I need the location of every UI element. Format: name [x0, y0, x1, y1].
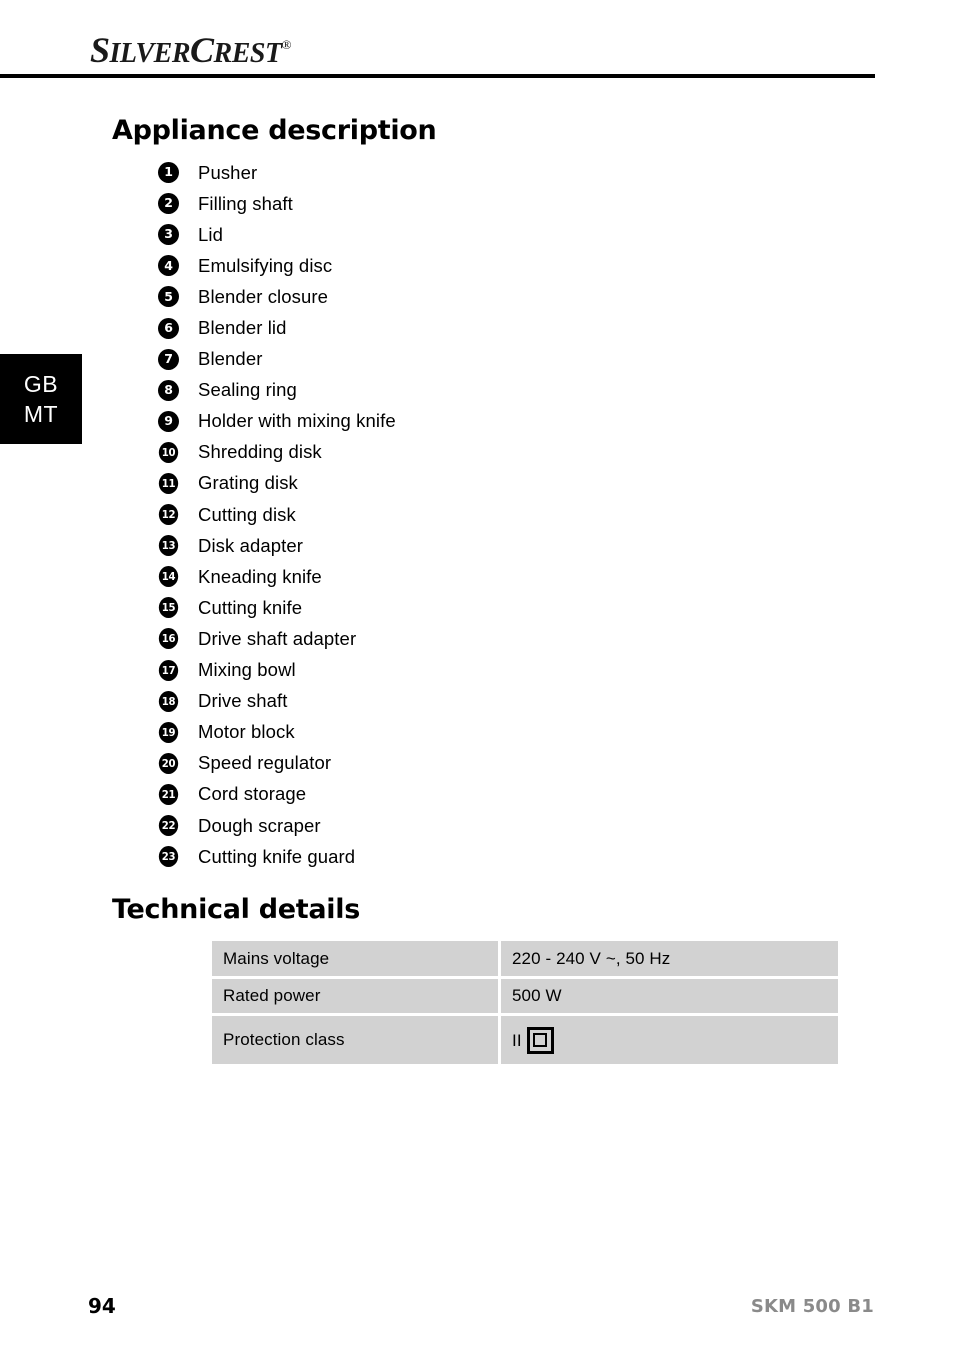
list-item: 18 Drive shaft [158, 686, 778, 717]
logo-text-ilver: ILVER [109, 38, 191, 69]
part-label: Disk adapter [198, 534, 304, 556]
part-number-badge: 20 [158, 752, 179, 774]
part-number-badge: 16 [158, 628, 179, 650]
part-number-badge: 21 [158, 783, 179, 805]
part-label: Blender lid [198, 317, 287, 339]
table-row: Rated power 500 W [212, 979, 838, 1013]
part-label: Speed regulator [198, 752, 332, 774]
list-item: 22 Dough scraper [158, 810, 778, 841]
list-item: 13 Disk adapter [158, 530, 778, 561]
part-label: Motor block [198, 721, 295, 743]
language-tab: GB MT [0, 354, 82, 444]
part-label: Kneading knife [198, 565, 322, 587]
list-item: 3 Lid [158, 219, 778, 250]
part-label: Shredding disk [198, 441, 322, 463]
list-item: 7 Blender [158, 344, 778, 375]
part-label: Cutting knife [198, 596, 303, 618]
technical-details-heading: Technical details [112, 894, 360, 925]
part-number-badge: 3 [158, 224, 179, 246]
part-label: Pusher [198, 161, 258, 183]
table-cell-key: Protection class [212, 1016, 498, 1064]
part-label: Dough scraper [198, 814, 321, 836]
part-label: Cutting disk [198, 503, 296, 525]
registered-trademark-icon: ® [281, 37, 292, 52]
table-cell-value: II [501, 1016, 838, 1064]
logo-text-rest: REST [213, 38, 283, 69]
list-item: 23 Cutting knife guard [158, 841, 778, 872]
list-item: 14 Kneading knife [158, 561, 778, 592]
part-number-badge: 14 [158, 566, 179, 588]
table-cell-value: 220 - 240 V ~, 50 Hz [501, 941, 838, 976]
part-number-badge: 18 [158, 690, 179, 712]
list-item: 17 Mixing bowl [158, 655, 778, 686]
list-item: 1 Pusher [158, 157, 778, 188]
table-cell-key: Rated power [212, 979, 498, 1013]
model-number: SKM 500 B1 [750, 1296, 874, 1317]
language-tab-line-gb: GB [23, 370, 59, 397]
parts-list: 1 Pusher 2 Filling shaft 3 Lid 4 Emulsif… [158, 157, 778, 872]
table-cell-key: Mains voltage [212, 941, 498, 976]
silvercrest-logo: SILVERCREST® [90, 32, 291, 68]
part-number-badge: 7 [158, 348, 179, 370]
list-item: 9 Holder with mixing knife [158, 406, 778, 437]
double-insulation-inner-square [533, 1033, 548, 1047]
part-label: Sealing ring [198, 379, 297, 401]
part-number-badge: 23 [158, 846, 179, 868]
part-number-badge: 19 [158, 721, 179, 743]
part-number-badge: 5 [158, 286, 179, 308]
double-insulation-outer-square [526, 1026, 554, 1054]
part-number-badge: 11 [158, 472, 179, 494]
table-cell-value: 500 W [501, 979, 838, 1013]
list-item: 21 Cord storage [158, 779, 778, 810]
part-number-badge: 12 [158, 504, 179, 526]
protection-class-numeral: II [512, 1030, 522, 1050]
part-number-badge: 2 [158, 193, 179, 215]
list-item: 5 Blender closure [158, 281, 778, 312]
part-number-badge: 17 [158, 659, 179, 681]
page-number: 94 [88, 1294, 116, 1318]
part-label: Filling shaft [198, 192, 293, 214]
list-item: 15 Cutting knife [158, 592, 778, 623]
list-item: 2 Filling shaft [158, 188, 778, 219]
header-divider-rule [0, 74, 875, 78]
part-label: Drive shaft [198, 690, 288, 712]
table-row: Protection class II [212, 1016, 838, 1064]
part-number-badge: 13 [158, 535, 179, 557]
protection-class-2-icon: II [512, 1026, 554, 1054]
part-number-badge: 22 [158, 815, 179, 837]
list-item: 12 Cutting disk [158, 499, 778, 530]
table-row: Mains voltage 220 - 240 V ~, 50 Hz [212, 941, 838, 976]
list-item: 10 Shredding disk [158, 437, 778, 468]
part-label: Emulsifying disc [198, 254, 333, 276]
logo-letter-s: S [90, 30, 110, 70]
part-label: Blender [198, 348, 263, 370]
appliance-description-heading: Appliance description [112, 115, 437, 146]
list-item: 4 Emulsifying disc [158, 250, 778, 281]
part-number-badge: 9 [158, 410, 179, 432]
list-item: 11 Grating disk [158, 468, 778, 499]
part-number-badge: 6 [158, 317, 179, 339]
part-label: Blender closure [198, 285, 329, 307]
part-number-badge: 8 [158, 379, 179, 401]
part-number-badge: 4 [158, 255, 179, 277]
part-label: Cord storage [198, 783, 307, 805]
part-label: Holder with mixing knife [198, 410, 396, 432]
part-number-badge: 15 [158, 597, 179, 619]
list-item: 20 Speed regulator [158, 748, 778, 779]
logo-letter-c: C [190, 30, 214, 70]
part-label: Mixing bowl [198, 659, 296, 681]
list-item: 19 Motor block [158, 717, 778, 748]
list-item: 6 Blender lid [158, 312, 778, 343]
part-number-badge: 10 [158, 441, 179, 463]
part-label: Drive shaft adapter [198, 627, 357, 649]
list-item: 16 Drive shaft adapter [158, 623, 778, 654]
part-label: Lid [198, 223, 223, 245]
part-number-badge: 1 [158, 162, 179, 184]
part-label: Grating disk [198, 472, 298, 494]
language-tab-line-mt: MT [23, 401, 59, 427]
technical-details-table: Mains voltage 220 - 240 V ~, 50 Hz Rated… [212, 941, 838, 1067]
list-item: 8 Sealing ring [158, 375, 778, 406]
part-label: Cutting knife guard [198, 845, 356, 867]
